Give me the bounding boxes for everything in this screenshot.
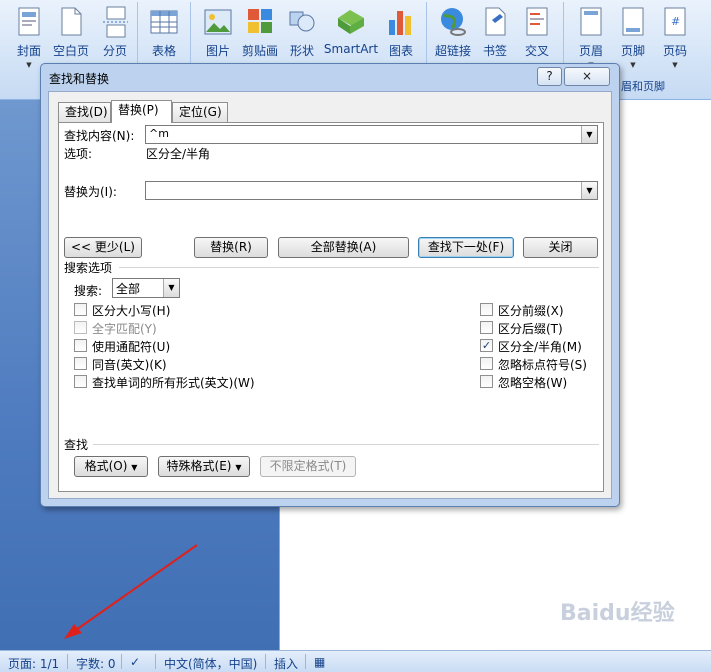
format-button-label: 格式(O) (84, 459, 128, 473)
replace-with-input[interactable]: ▼ (145, 181, 598, 200)
checkbox-box (74, 321, 87, 334)
replace-all-button[interactable]: 全部替换(A) (278, 237, 409, 258)
ignore-punctuation-label: 忽略标点符号(S) (498, 358, 587, 372)
help-icon: ? (546, 69, 553, 83)
check-icon[interactable]: ✓ (480, 339, 493, 352)
tab-replace[interactable]: 替换(P) (111, 100, 172, 123)
divider (119, 267, 599, 268)
dialog-client: 查找(D) 替换(P) 定位(G) 查找内容(N): ^m ▼ 选项: 区分全/… (48, 91, 612, 499)
status-language[interactable]: 中文(简体，中国) (164, 655, 257, 672)
match-case-label: 区分大小写(H) (92, 304, 171, 318)
dialog-title: 查找和替换 (49, 72, 110, 86)
chevron-down-icon[interactable]: ▼ (581, 182, 597, 199)
chevron-down-icon[interactable]: ▼ (581, 126, 597, 143)
find-what-label: 查找内容(N): (64, 129, 135, 143)
checkbox-box[interactable] (480, 357, 493, 370)
search-direction-value: 全部 (116, 282, 141, 296)
match-suffix-label: 区分后缀(T) (498, 322, 563, 336)
macro-record-icon[interactable]: ▦ (314, 655, 325, 669)
search-direction-label: 搜索: (74, 284, 103, 298)
less-button[interactable]: << 更少(L) (64, 237, 142, 258)
find-what-value: ^m (149, 127, 169, 140)
wildcards-label: 使用通配符(U) (92, 340, 171, 354)
proofing-icon[interactable]: ✓ (130, 655, 140, 669)
find-section-title: 查找 (64, 438, 89, 452)
close-button[interactable]: 关闭 (523, 237, 598, 258)
replace-with-label: 替换为(I): (64, 185, 117, 199)
checkbox-box[interactable] (480, 321, 493, 334)
find-replace-dialog: 查找和替换 ? × 查找(D) 替换(P) 定位(G) 查找内容(N): ^m … (40, 63, 620, 507)
status-page[interactable]: 页面: 1/1 (8, 655, 59, 672)
status-insert-mode[interactable]: 插入 (274, 655, 298, 672)
format-button[interactable]: 格式(O) ▼ (74, 456, 148, 477)
chevron-down-icon: ▼ (131, 463, 138, 472)
tab-goto[interactable]: 定位(G) (172, 102, 228, 122)
tab-find[interactable]: 查找(D) (58, 102, 111, 122)
checkbox-box[interactable] (480, 375, 493, 388)
close-icon: × (581, 69, 593, 83)
whole-word-label: 全字匹配(Y) (92, 322, 157, 336)
special-button-label: 特殊格式(E) (166, 459, 232, 473)
match-prefix-label: 区分前缀(X) (498, 304, 564, 318)
close-window-button[interactable]: × (564, 67, 610, 86)
find-next-button[interactable]: 查找下一处(F) (418, 237, 514, 258)
find-what-input[interactable]: ^m ▼ (145, 125, 598, 144)
sounds-like-label: 同音(英文)(K) (92, 358, 167, 372)
chevron-down-icon[interactable]: ▼ (163, 279, 179, 297)
no-formatting-button: 不限定格式(T) (260, 456, 356, 477)
match-width-label: 区分全/半角(M) (498, 340, 582, 354)
dialog-titlebar[interactable]: 查找和替换 ? × (41, 64, 619, 90)
word-forms-label: 查找单词的所有形式(英文)(W) (92, 376, 255, 390)
checkbox-box[interactable] (74, 339, 87, 352)
search-direction-select[interactable]: 全部 ▼ (112, 278, 180, 298)
checkbox-box[interactable] (74, 303, 87, 316)
ignore-spaces-label: 忽略空格(W) (498, 376, 568, 390)
tab-replace-label: 替换(P) (118, 103, 159, 117)
status-word-count[interactable]: 字数: 0 (76, 655, 116, 672)
checkbox-box[interactable] (74, 357, 87, 370)
checkbox-box[interactable] (480, 303, 493, 316)
options-label: 选项: (64, 147, 93, 161)
watermark: Baidu经验 (560, 601, 675, 626)
search-options-title: 搜索选项 (64, 261, 113, 275)
checkbox-box[interactable] (74, 375, 87, 388)
replace-button[interactable]: 替换(R) (194, 237, 268, 258)
help-button[interactable]: ? (537, 67, 562, 86)
divider (93, 444, 599, 445)
replace-panel: 查找内容(N): ^m ▼ 选项: 区分全/半角 替换为(I): ▼ << 更少… (58, 122, 604, 492)
status-bar: 页面: 1/1 字数: 0 ✓ 中文(简体，中国) 插入 ▦ (0, 650, 711, 672)
tab-find-label: 查找(D) (65, 105, 108, 119)
tab-goto-label: 定位(G) (179, 105, 222, 119)
special-button[interactable]: 特殊格式(E) ▼ (158, 456, 250, 477)
chevron-down-icon: ▼ (235, 463, 242, 472)
options-value: 区分全/半角 (146, 147, 211, 161)
